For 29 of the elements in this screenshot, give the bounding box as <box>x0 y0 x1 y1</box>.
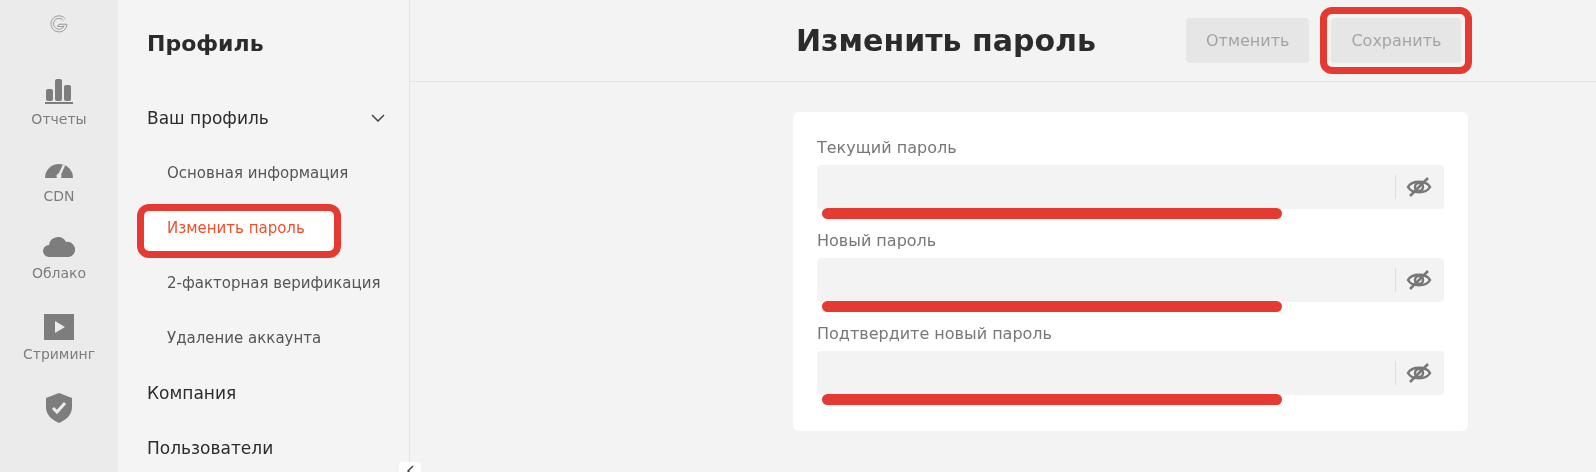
sidebar-section[interactable]: Ваш профиль <box>147 107 269 128</box>
sidebar-section[interactable]: Компания <box>147 382 237 403</box>
password-field[interactable] <box>817 351 1444 395</box>
field-label: Текущий пароль <box>817 138 958 157</box>
shield-check-icon <box>46 393 72 423</box>
rail-label[interactable]: Стриминг <box>22 346 96 362</box>
password-field[interactable] <box>817 165 1444 209</box>
sidebar-title: Профиль <box>147 30 265 58</box>
save-button[interactable]: Сохранить <box>1331 18 1462 63</box>
rail-label[interactable]: Облако <box>31 265 87 281</box>
field-label: Подтвердите новый пароль <box>817 324 1053 343</box>
sidebar-item[interactable]: Удаление аккаунта <box>167 328 322 347</box>
password-field[interactable] <box>817 258 1444 302</box>
cancel-button[interactable]: Отменить <box>1186 18 1310 63</box>
eye-off-icon[interactable] <box>1406 362 1432 384</box>
chevron-icon[interactable] <box>371 113 385 122</box>
sidebar-item[interactable]: Основная информация <box>167 163 349 182</box>
bar-chart-icon <box>44 77 74 105</box>
cloud-icon <box>43 235 75 259</box>
sidebar-section[interactable]: Пользователи <box>147 437 274 458</box>
field-label: Новый пароль <box>817 231 938 250</box>
eye-off-icon[interactable] <box>1406 176 1432 198</box>
play-icon <box>44 314 74 340</box>
sidebar-item[interactable]: 2-факторная верификация <box>167 273 381 292</box>
sidebar-item[interactable]: Изменить пароль <box>167 218 305 237</box>
eye-off-icon[interactable] <box>1406 269 1432 291</box>
rail-label[interactable]: Отчеты <box>31 111 87 127</box>
page-title: Изменить пароль <box>796 23 1097 58</box>
rail-label[interactable]: CDN <box>43 188 75 204</box>
